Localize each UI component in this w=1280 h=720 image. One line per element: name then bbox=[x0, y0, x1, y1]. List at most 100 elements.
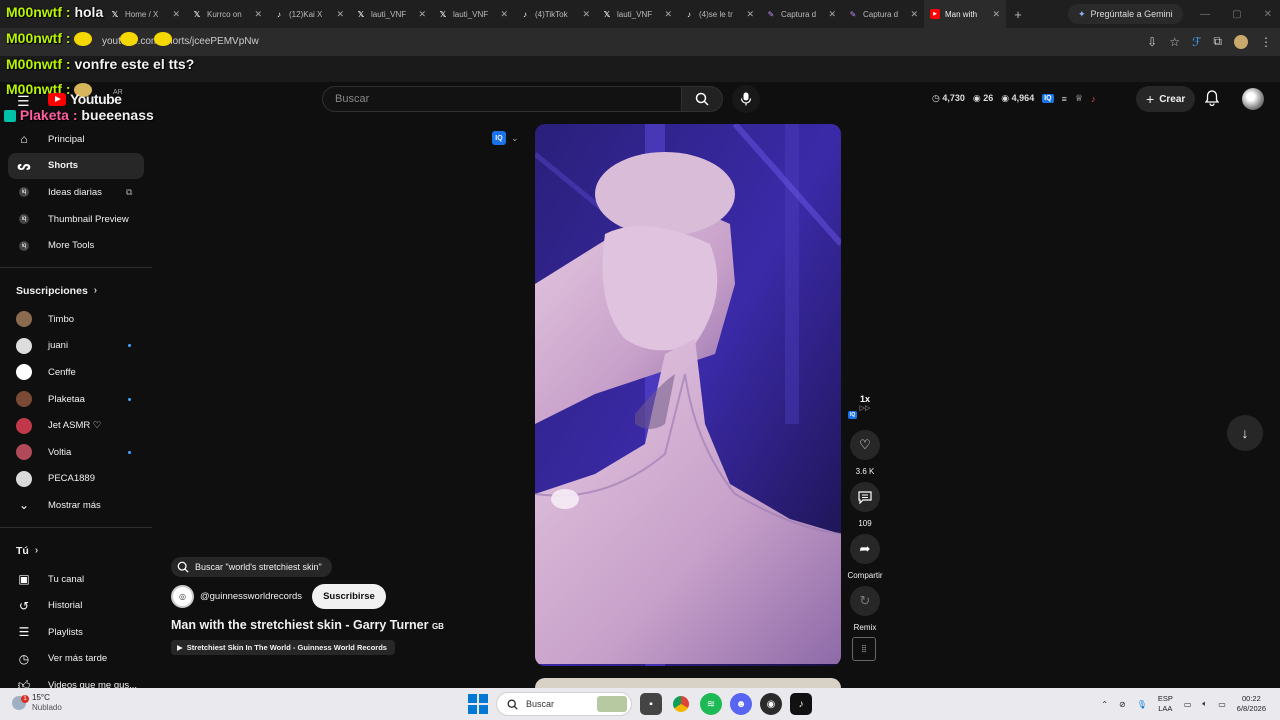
extensions-icon[interactable]: ⧉ bbox=[1213, 34, 1222, 49]
browser-menu-icon[interactable]: ⋮ bbox=[1260, 35, 1272, 49]
channel-avatar bbox=[16, 391, 32, 408]
award-icon[interactable]: ♕ bbox=[1075, 93, 1083, 104]
sidebar-item-principal[interactable]: ⌂ Principal bbox=[0, 126, 152, 153]
short-title[interactable]: Man with the stretchiest skin - Garry Tu… bbox=[171, 618, 444, 632]
chrome-icon[interactable] bbox=[670, 693, 692, 715]
display-icon[interactable]: ▭ bbox=[1184, 700, 1192, 709]
translate-extension-icon[interactable]: ℱ bbox=[1192, 35, 1201, 49]
spotify-icon[interactable]: ≋ bbox=[700, 693, 722, 715]
close-tab-icon[interactable]: ✕ bbox=[336, 9, 344, 20]
browser-tab[interactable]: ♪ (12)Kai X ✕ bbox=[268, 0, 350, 28]
guinness-logo[interactable]: ◎ bbox=[171, 585, 194, 608]
list-icon[interactable]: ≡ bbox=[1062, 94, 1067, 104]
browser-tab[interactable]: 𝕏 lauti_VNF ✕ bbox=[350, 0, 432, 28]
taskbar-search[interactable]: Buscar bbox=[496, 692, 632, 716]
close-tab-icon[interactable]: ✕ bbox=[992, 9, 1000, 20]
subscription-item[interactable]: Timbo bbox=[0, 306, 152, 333]
browser-tab[interactable]: ✎ Captura d ✕ bbox=[760, 0, 842, 28]
channel-handle[interactable]: @guinnessworldrecords bbox=[200, 591, 302, 602]
youtube-logo[interactable]: Youtube bbox=[48, 91, 122, 107]
subscription-item[interactable]: juani bbox=[0, 333, 152, 360]
close-tab-icon[interactable]: ✕ bbox=[910, 9, 918, 20]
vidiq-menu[interactable]: IQ ⌄ bbox=[492, 131, 519, 145]
network-off-icon[interactable]: ⊘ bbox=[1119, 700, 1126, 709]
subscription-item[interactable]: PECA1889 bbox=[0, 466, 152, 493]
close-tab-icon[interactable]: ✕ bbox=[828, 9, 836, 20]
search-button[interactable] bbox=[681, 86, 723, 112]
close-tab-icon[interactable]: ✕ bbox=[418, 9, 426, 20]
alert-bell-icon[interactable]: ♪ bbox=[1091, 94, 1096, 104]
remix-icon[interactable]: ↻ bbox=[850, 586, 880, 616]
gemini-button[interactable]: ✦ Pregúntale a Gemini bbox=[1068, 4, 1183, 24]
sidebar-item-tu-canal[interactable]: ▣ Tu canal bbox=[0, 566, 152, 593]
microphone-icon[interactable]: 🎙︎ bbox=[1137, 700, 1147, 709]
show-more-button[interactable]: ⌄ Mostrar más bbox=[0, 492, 152, 519]
taskbar-clock[interactable]: 00:22 6/8/2026 bbox=[1237, 694, 1266, 714]
close-tab-icon[interactable]: ✕ bbox=[254, 9, 262, 20]
battery-icon[interactable]: ▭ bbox=[1218, 700, 1226, 709]
subscription-item[interactable]: Cenffe bbox=[0, 359, 152, 386]
discord-icon[interactable]: ☻ bbox=[730, 693, 752, 715]
install-icon[interactable]: ⇩ bbox=[1147, 35, 1157, 49]
task-view-icon[interactable]: ▪ bbox=[640, 693, 662, 715]
sidebar-item-more-tools[interactable]: iq More Tools bbox=[0, 232, 152, 259]
browser-tab[interactable]: 𝕏 lauti_VNF ✕ bbox=[596, 0, 678, 28]
browser-tab[interactable]: ♪ (4)se le tr ✕ bbox=[678, 0, 760, 28]
comment-action[interactable]: 109 bbox=[846, 482, 884, 528]
like-action[interactable]: ♡ 3.6 K bbox=[846, 430, 884, 476]
subscription-item[interactable]: Plaketaa bbox=[0, 386, 152, 413]
next-short-button[interactable]: ↓ bbox=[1227, 415, 1263, 451]
browser-tab[interactable]: 𝕏 lauti_VNF ✕ bbox=[432, 0, 514, 28]
volume-icon[interactable]: 🔈︎ bbox=[1202, 699, 1207, 709]
browser-tab[interactable]: ✎ Captura d ✕ bbox=[842, 0, 924, 28]
search-input[interactable]: Buscar bbox=[322, 86, 682, 112]
browser-tab[interactable]: 𝕏 Home / X ✕ bbox=[104, 0, 186, 28]
close-tab-icon[interactable]: ✕ bbox=[582, 9, 590, 20]
close-tab-icon[interactable]: ✕ bbox=[500, 9, 508, 20]
subscription-item[interactable]: Voltia bbox=[0, 439, 152, 466]
related-video-chip[interactable]: ▶ Stretchiest Skin In The World - Guinne… bbox=[171, 640, 395, 655]
sidebar-item-historial[interactable]: ↺ Historial bbox=[0, 592, 152, 619]
minimize-icon[interactable]: — bbox=[1200, 9, 1210, 20]
close-tab-icon[interactable]: ✕ bbox=[172, 9, 180, 20]
vidiq-icon[interactable]: IQ bbox=[1042, 94, 1054, 103]
create-button[interactable]: + Crear bbox=[1136, 86, 1196, 112]
search-suggestion-chip[interactable]: Buscar "world's stretchiest skin" bbox=[171, 557, 332, 577]
close-tab-icon[interactable]: ✕ bbox=[664, 9, 672, 20]
language-indicator[interactable]: ESP LAA bbox=[1158, 694, 1173, 714]
sidebar-item-ideas-diarias[interactable]: iq Ideas diarias ⧉ bbox=[0, 179, 152, 206]
subscriptions-header[interactable]: Suscripciones › bbox=[0, 276, 152, 306]
sidebar-item-thumbnail-preview[interactable]: iq Thumbnail Preview bbox=[0, 206, 152, 233]
share-icon[interactable]: ➦ bbox=[850, 534, 880, 564]
bookmark-star-icon[interactable]: ☆ bbox=[1169, 35, 1180, 49]
subscription-item[interactable]: Jet ASMR ♡ bbox=[0, 412, 152, 439]
browser-tab[interactable]: 𝕏 Kurrco on ✕ bbox=[186, 0, 268, 28]
windows-start-icon[interactable] bbox=[468, 694, 488, 714]
sidebar-item-ver-mas-tarde[interactable]: ◷ Ver más tarde bbox=[0, 646, 152, 673]
browser-profile-avatar[interactable] bbox=[1234, 34, 1248, 49]
playback-speed-button[interactable]: 1x ▷▷ bbox=[852, 394, 878, 412]
browser-tab-active[interactable]: ▶ Man with ✕ bbox=[924, 0, 1006, 28]
subscribe-button[interactable]: Suscribirse bbox=[312, 584, 386, 609]
obs-icon[interactable]: ◉ bbox=[760, 693, 782, 715]
new-tab-button[interactable]: + bbox=[1006, 7, 1030, 22]
account-avatar[interactable] bbox=[1242, 88, 1264, 110]
browser-tab[interactable]: ♪ (4)TikTok ✕ bbox=[514, 0, 596, 28]
audio-wave-icon[interactable]: ⦙⦙ bbox=[852, 637, 876, 661]
you-header[interactable]: Tú › bbox=[0, 536, 152, 566]
remix-action[interactable]: ↻ Remix bbox=[846, 586, 884, 632]
notifications-bell-icon[interactable] bbox=[1204, 90, 1220, 109]
comment-icon[interactable] bbox=[850, 482, 880, 512]
heart-icon[interactable]: ♡ bbox=[850, 430, 880, 460]
chevron-up-icon[interactable]: ⌃ bbox=[1101, 700, 1108, 709]
short-video-player[interactable] bbox=[535, 124, 841, 666]
close-tab-icon[interactable]: ✕ bbox=[746, 9, 754, 20]
tiktok-icon[interactable]: ♪ bbox=[790, 693, 812, 715]
share-action[interactable]: ➦ Compartir bbox=[846, 534, 884, 580]
sidebar-item-shorts[interactable]: ᔕ Shorts bbox=[8, 152, 144, 180]
weather-widget[interactable]: 1 15°C Nublado bbox=[12, 693, 62, 713]
maximize-icon[interactable]: ▢ bbox=[1232, 9, 1241, 20]
voice-search-button[interactable] bbox=[732, 85, 760, 113]
sidebar-item-playlists[interactable]: ☰ Playlists bbox=[0, 619, 152, 646]
close-window-icon[interactable]: ✕ bbox=[1264, 9, 1272, 20]
